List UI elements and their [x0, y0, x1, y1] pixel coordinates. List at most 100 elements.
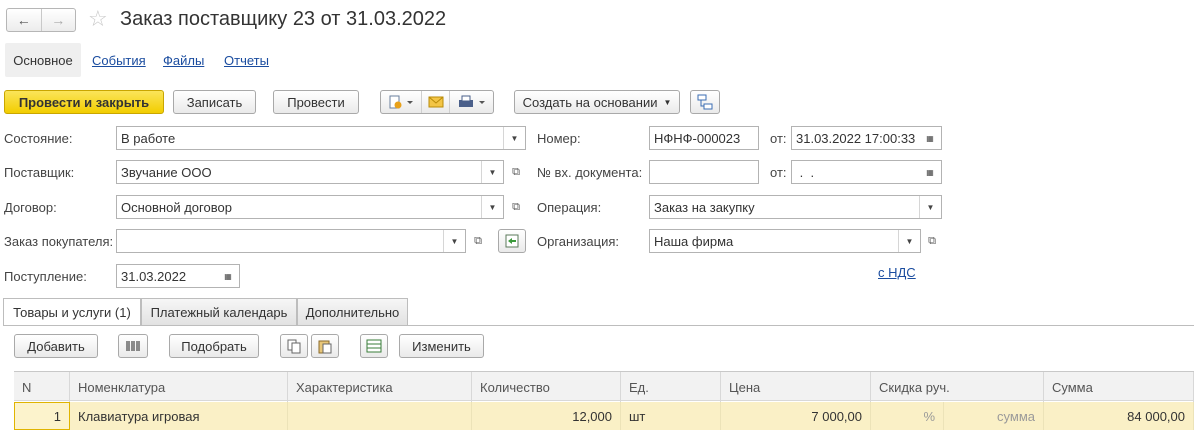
copy-rows-button[interactable]: [280, 334, 308, 358]
supplier-field[interactable]: Звучание ООО ▼: [116, 160, 504, 184]
organization-label: Организация:: [537, 234, 620, 249]
create-related-button[interactable]: [381, 91, 421, 113]
pick-button[interactable]: Подобрать: [169, 334, 259, 358]
section-main[interactable]: Основное: [5, 43, 81, 77]
window-title: Заказ поставщику 23 от 31.03.2022: [120, 8, 447, 30]
organization-field[interactable]: Наша фирма ▼: [649, 229, 921, 253]
incoming-date-value: . .: [796, 164, 815, 180]
arrow-left-icon: ←: [16, 12, 31, 28]
state-label: Состояние:: [4, 131, 73, 146]
receipt-date-value: 31.03.2022: [121, 268, 187, 284]
arrow-right-icon: →: [51, 12, 66, 28]
cell-n[interactable]: 1: [14, 402, 70, 430]
cell-discount-sum[interactable]: сумма: [944, 402, 1044, 430]
table-icon: [366, 339, 382, 353]
fill-from-icon: [505, 234, 519, 248]
save-button[interactable]: Записать: [173, 90, 256, 114]
col-unit[interactable]: Ед.: [621, 372, 721, 402]
chevron-down-icon[interactable]: ▼: [919, 196, 941, 218]
cell-qty[interactable]: 12,000: [472, 402, 621, 430]
cell-sum[interactable]: 84 000,00: [1044, 402, 1194, 430]
fill-customer-order-button[interactable]: [498, 229, 526, 253]
open-customer-order-button[interactable]: ⧉: [468, 229, 488, 253]
calendar-icon[interactable]: ▦: [919, 161, 941, 183]
section-reports-link[interactable]: Отчеты: [224, 53, 269, 68]
contract-field[interactable]: Основной договор ▼: [116, 195, 504, 219]
forward-button[interactable]: →: [40, 9, 76, 31]
create-based-on-button[interactable]: Создать на основании ▼: [514, 90, 680, 114]
supplier-value: Звучание ООО: [121, 164, 212, 180]
col-item[interactable]: Номенклатура: [70, 372, 288, 402]
open-icon: ⧉: [474, 234, 482, 247]
open-contract-button[interactable]: ⧉: [506, 195, 526, 219]
cell-unit[interactable]: шт: [621, 402, 721, 430]
paste-rows-button[interactable]: [311, 334, 339, 358]
add-row-button[interactable]: Добавить: [14, 334, 98, 358]
chevron-down-icon[interactable]: ▼: [503, 127, 525, 149]
tab-divider: [3, 325, 1194, 326]
cell-price[interactable]: 7 000,00: [721, 402, 871, 430]
open-icon: ⧉: [512, 165, 520, 178]
vat-link[interactable]: с НДС: [878, 265, 916, 280]
send-email-button[interactable]: [421, 91, 449, 113]
table-row[interactable]: 1 Клавиатура игровая 12,000 шт 7 000,00 …: [14, 402, 1194, 430]
printer-icon: [458, 95, 485, 107]
calendar-icon[interactable]: ▦: [217, 265, 239, 287]
supplier-label: Поставщик:: [4, 165, 75, 180]
back-button[interactable]: ←: [7, 9, 41, 31]
chevron-down-icon[interactable]: ▼: [481, 196, 503, 218]
date-from-label: от:: [770, 131, 787, 146]
structure-button[interactable]: [690, 90, 720, 114]
print-button[interactable]: [449, 91, 493, 113]
operation-select[interactable]: Заказ на закупку ▼: [649, 195, 942, 219]
fill-table-button[interactable]: [360, 334, 388, 358]
tab-payment-calendar[interactable]: Платежный календарь: [141, 298, 297, 325]
calendar-icon[interactable]: ▦: [919, 127, 941, 149]
change-button[interactable]: Изменить: [399, 334, 484, 358]
paste-icon: [318, 340, 332, 354]
incoming-date-from-label: от:: [770, 165, 787, 180]
customer-order-field[interactable]: ▼: [116, 229, 466, 253]
organization-value: Наша фирма: [654, 233, 734, 249]
tab-goods-services[interactable]: Товары и услуги (1): [3, 298, 141, 326]
tab-additional[interactable]: Дополнительно: [297, 298, 408, 325]
col-discount[interactable]: Скидка руч.: [871, 372, 1044, 402]
incoming-doc-field[interactable]: [649, 160, 759, 184]
col-sum[interactable]: Сумма: [1044, 372, 1194, 402]
col-feature[interactable]: Характеристика: [288, 372, 472, 402]
create-based-on-label: Создать на основании: [522, 94, 658, 110]
open-organization-button[interactable]: ⧉: [922, 229, 942, 253]
col-n[interactable]: N: [14, 372, 70, 402]
state-select[interactable]: В работе ▼: [116, 126, 526, 150]
section-files-link[interactable]: Файлы: [163, 53, 204, 68]
number-value: НФНФ-000023: [654, 130, 741, 146]
customer-order-label: Заказ покупателя:: [4, 234, 114, 249]
operation-label: Операция:: [537, 200, 602, 215]
number-label: Номер:: [537, 131, 581, 146]
receipt-label: Поступление:: [4, 269, 87, 284]
envelope-icon: [428, 96, 443, 108]
section-events-link[interactable]: События: [92, 53, 146, 68]
col-qty[interactable]: Количество: [472, 372, 621, 402]
chevron-down-icon[interactable]: ▼: [443, 230, 465, 252]
doc-date-value: 31.03.2022 17:00:33: [796, 130, 916, 146]
post-button[interactable]: Провести: [273, 90, 359, 114]
contract-value: Основной договор: [121, 199, 232, 215]
barcode-button[interactable]: [118, 334, 148, 358]
chevron-down-icon[interactable]: ▼: [898, 230, 920, 252]
number-field[interactable]: НФНФ-000023: [649, 126, 759, 150]
cell-discount-percent[interactable]: %: [871, 402, 944, 430]
open-icon: ⧉: [512, 200, 520, 213]
history-nav: ← →: [6, 8, 76, 32]
favorite-star-icon[interactable]: ☆: [88, 6, 108, 32]
col-price[interactable]: Цена: [721, 372, 871, 402]
post-and-close-button[interactable]: Провести и закрыть: [4, 90, 164, 114]
incoming-date-field[interactable]: . . ▦: [791, 160, 942, 184]
cell-item[interactable]: Клавиатура игровая: [70, 402, 288, 430]
open-icon: ⧉: [928, 234, 936, 247]
open-supplier-button[interactable]: ⧉: [506, 160, 526, 184]
chevron-down-icon[interactable]: ▼: [481, 161, 503, 183]
receipt-date-field[interactable]: 31.03.2022 ▦: [116, 264, 240, 288]
doc-date-field[interactable]: 31.03.2022 17:00:33 ▦: [791, 126, 942, 150]
cell-feature[interactable]: [288, 402, 472, 430]
